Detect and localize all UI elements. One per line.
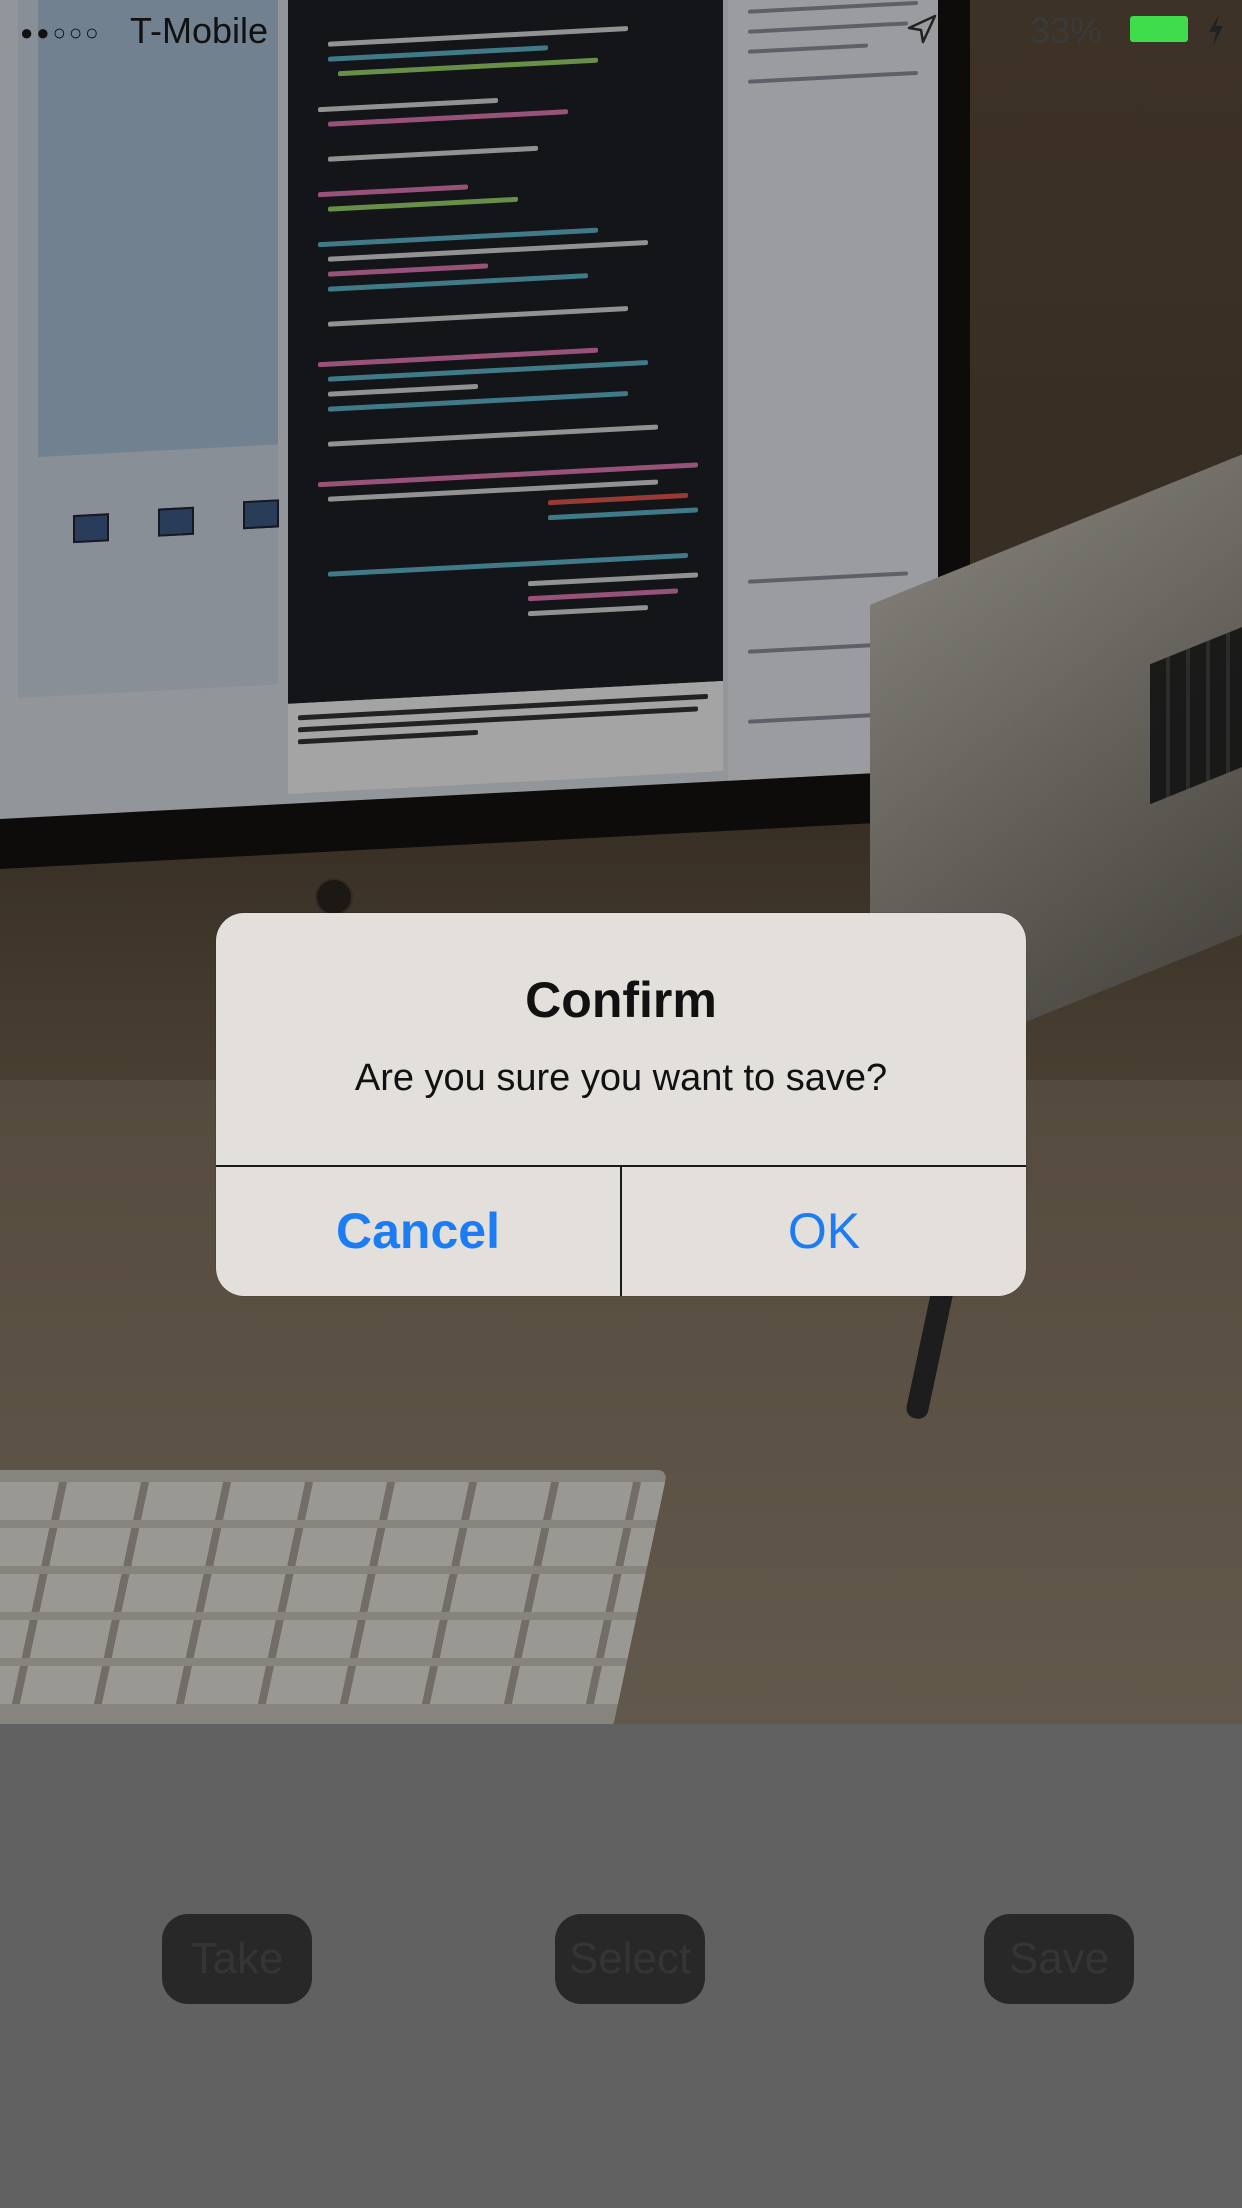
- signal-strength-icon: ●●○○○: [20, 20, 102, 45]
- cancel-button[interactable]: Cancel: [216, 1167, 620, 1296]
- battery-percentage: 33%: [1030, 10, 1103, 51]
- battery-icon: [1130, 16, 1188, 42]
- confirm-alert-dialog: Confirm Are you sure you want to save? C…: [216, 913, 1026, 1296]
- status-bar: ●●○○○ T-Mobile 33%: [0, 0, 1242, 60]
- carrier-name: T-Mobile: [130, 10, 269, 51]
- charging-bolt-icon: [1209, 14, 1223, 46]
- alert-message: Are you sure you want to save?: [354, 1057, 888, 1099]
- alert-title: Confirm: [525, 972, 717, 1028]
- ok-button[interactable]: OK: [622, 1167, 1026, 1296]
- location-arrow-icon: [907, 14, 937, 44]
